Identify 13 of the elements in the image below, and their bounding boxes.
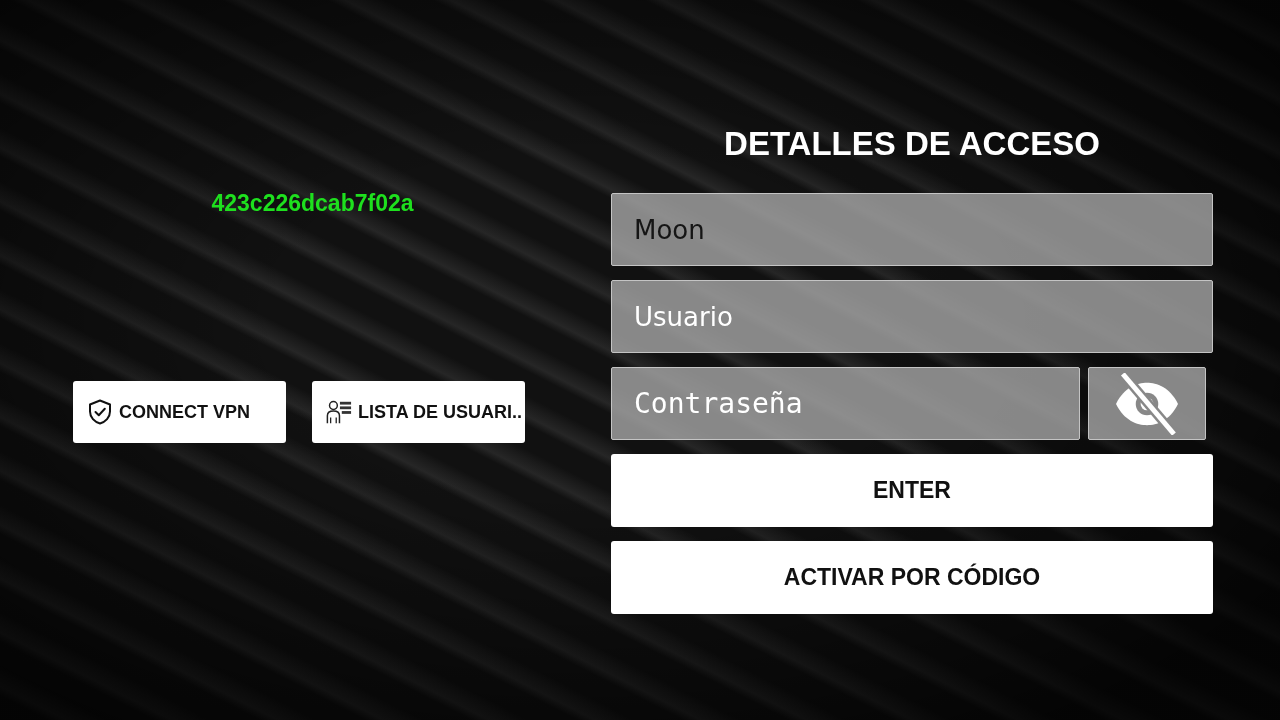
enter-button[interactable]: ENTER (611, 454, 1213, 527)
input-field[interactable]: Usuario (611, 280, 1213, 353)
input-field[interactable]: Moon (611, 193, 1213, 266)
user-list-button[interactable]: LISTA DE USUARI.. (312, 381, 525, 443)
eye-slash-icon (1113, 372, 1181, 435)
password-field[interactable]: Contraseña (611, 367, 1080, 440)
device-id-text: 423c226dcab7f02a (211, 190, 414, 216)
section-title: DETALLES DE ACCESO (724, 124, 1100, 164)
shield-check-icon (87, 399, 113, 425)
vpn-button[interactable]: CONNECT VPN (73, 381, 286, 443)
visibility-toggle-button[interactable] (1088, 367, 1206, 440)
person-list-icon (326, 399, 352, 425)
activate-code-button[interactable]: ACTIVAR POR CÓDIGO (611, 541, 1213, 614)
